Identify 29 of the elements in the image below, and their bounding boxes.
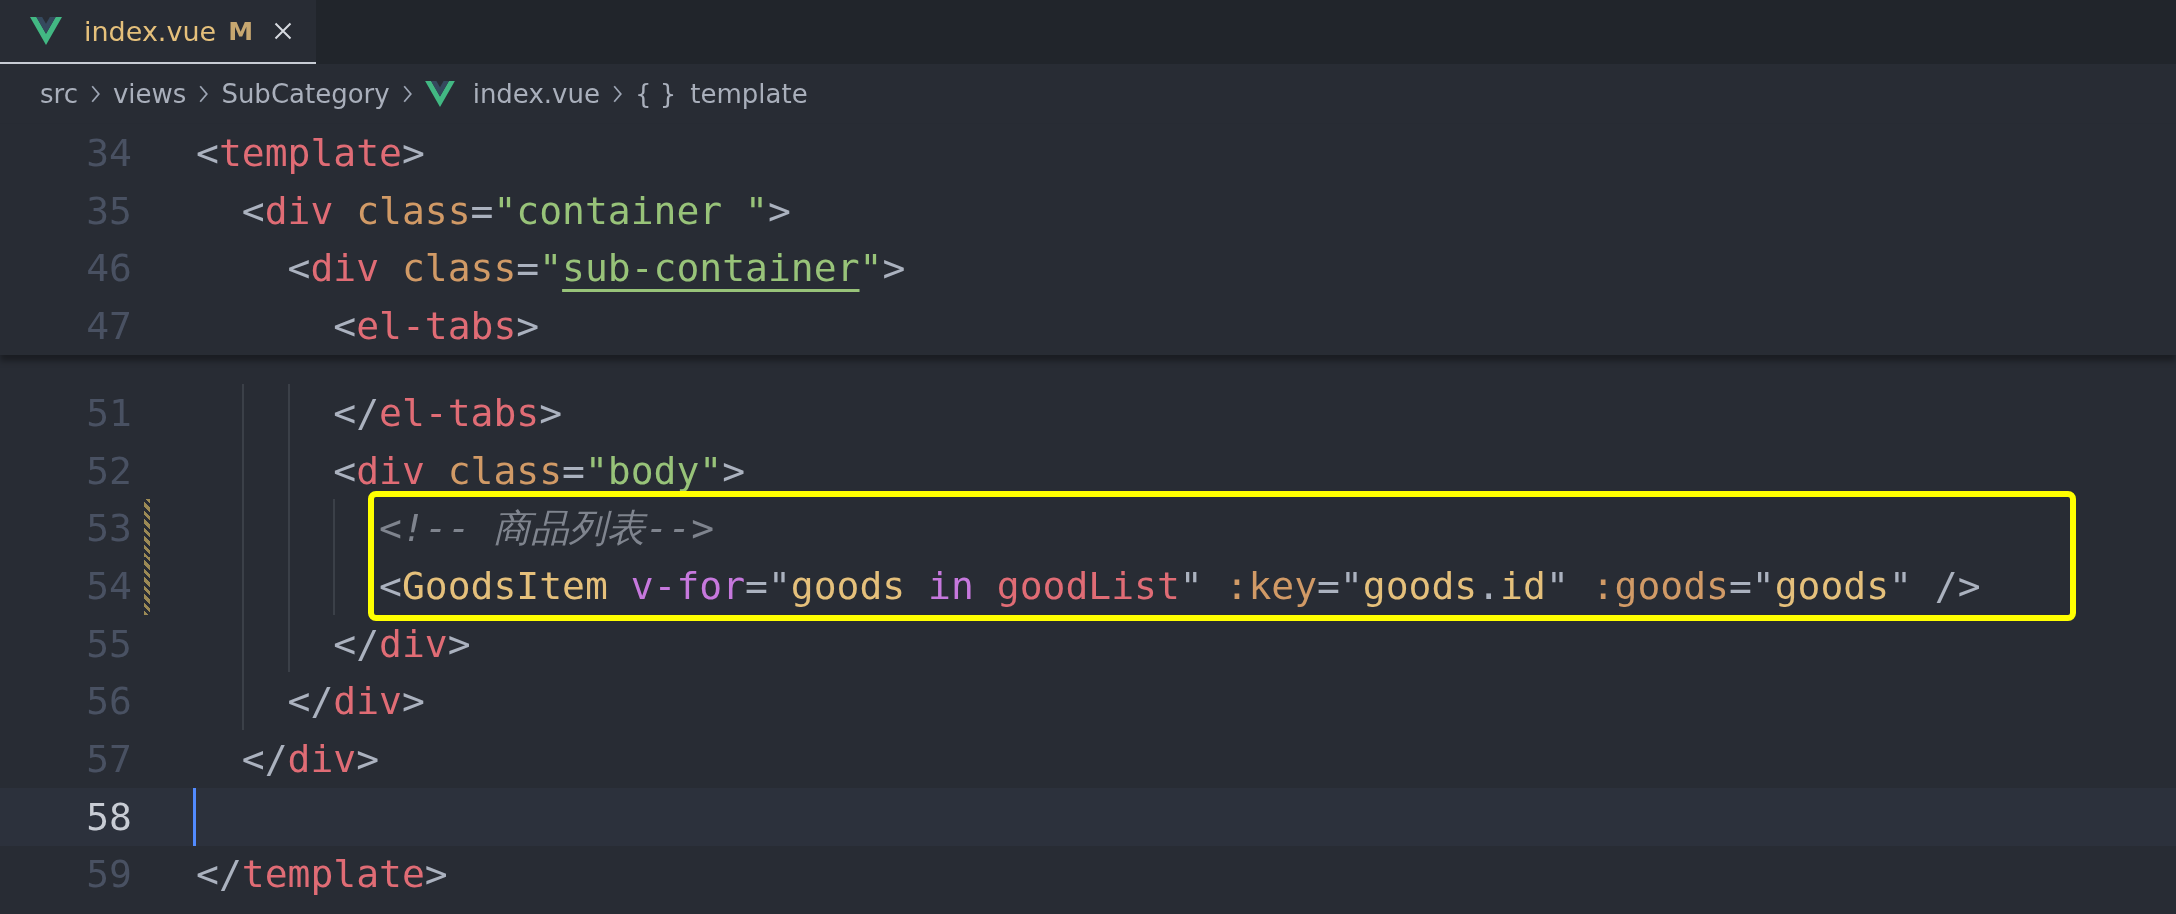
- close-icon[interactable]: [273, 21, 294, 41]
- breadcrumb-item[interactable]: template: [690, 79, 808, 109]
- tab-label: index.vue: [84, 15, 217, 47]
- vue-logo-icon: [30, 17, 62, 45]
- breadcrumb-item[interactable]: views: [112, 79, 187, 109]
- code-line: </template>: [196, 852, 448, 897]
- code-line: <GoodsItem v-for="goods in goodList" :key="goods.id" :goods="goods" />: [379, 563, 1981, 608]
- vue-logo-icon: [424, 81, 455, 107]
- code-line: </div>: [333, 621, 471, 666]
- code-line: <!-- 商品列表-->: [379, 504, 715, 552]
- breadcrumb-item[interactable]: src: [40, 79, 78, 109]
- code-line: </el-tabs>: [333, 390, 563, 435]
- chevron-right-icon: [611, 85, 623, 103]
- breadcrumb-item[interactable]: SubCategory: [221, 79, 390, 109]
- chevron-right-icon: [89, 85, 101, 103]
- code-line: <el-tabs>: [333, 303, 540, 348]
- code-line: </div>: [287, 679, 425, 724]
- line-number: 58: [85, 794, 132, 839]
- chevron-right-icon: [401, 85, 413, 103]
- chevron-right-icon: [198, 85, 210, 103]
- code-line: <div class="body">: [333, 448, 746, 493]
- breadcrumb-item[interactable]: index.vue: [472, 79, 600, 109]
- braces-icon: { }: [634, 79, 677, 109]
- code-line: <div class="sub-container">: [287, 246, 906, 291]
- editor-tab[interactable]: index.vue M: [0, 0, 316, 64]
- code-line: <template>: [196, 130, 425, 175]
- code-line: </div>: [241, 736, 380, 781]
- code-line: <div class="container ">: [241, 188, 791, 233]
- modified-label: M: [228, 16, 254, 46]
